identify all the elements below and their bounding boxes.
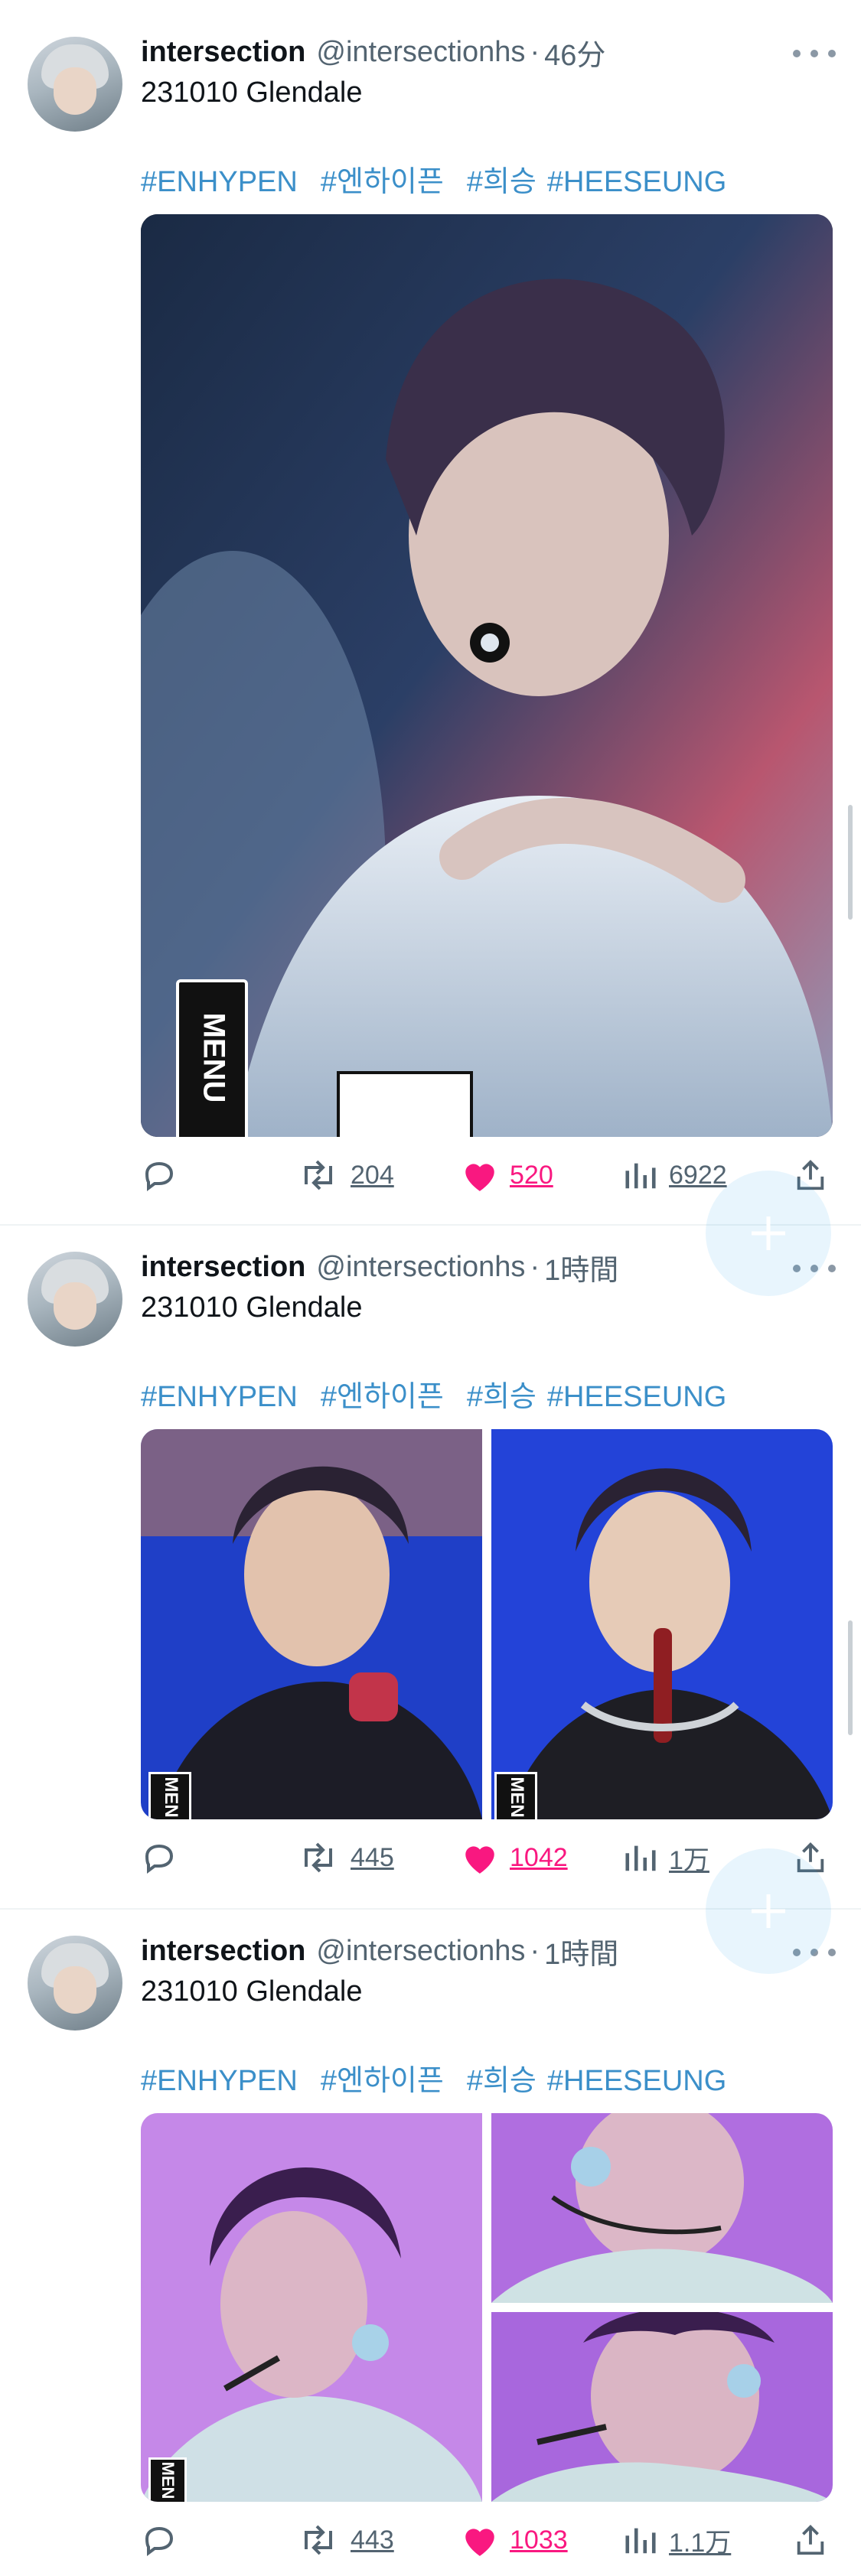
tweet[interactable]: intersection @intersectionhs · 1時間 23101…: [0, 1910, 861, 2576]
photo[interactable]: [491, 2113, 833, 2303]
heart-icon: [465, 1846, 494, 1874]
like-count[interactable]: 1042: [510, 1843, 568, 1873]
separator: ·: [530, 1934, 540, 1967]
view-count[interactable]: 1万: [669, 1839, 709, 1877]
display-name[interactable]: intersection: [141, 1935, 305, 1968]
avatar[interactable]: [28, 37, 122, 132]
retweet-button[interactable]: 443: [297, 2519, 394, 2561]
menu-overlay: MENU: [176, 979, 248, 1137]
user-handle[interactable]: @intersectionhs: [316, 1935, 525, 1968]
hashtag-link[interactable]: #엔하이픈: [321, 1381, 444, 1413]
reply-icon: [145, 2526, 174, 2556]
heart-icon: [465, 2529, 494, 2556]
display-name[interactable]: intersection: [141, 36, 305, 69]
scrollbar[interactable]: [848, 805, 853, 920]
compose-button[interactable]: [706, 1848, 831, 1974]
views-icon: [625, 1163, 656, 1189]
hashtag-link[interactable]: #희승: [467, 1381, 536, 1413]
display-name[interactable]: intersection: [141, 1251, 305, 1284]
avatar[interactable]: [28, 1252, 122, 1347]
retweet-count[interactable]: 443: [351, 2526, 394, 2555]
hashtag-link[interactable]: #ENHYPEN: [141, 166, 298, 198]
tweet-text: 231010 Glendale: [141, 1975, 363, 2008]
share-button[interactable]: [793, 2519, 828, 2561]
more-icon[interactable]: [793, 46, 836, 61]
hashtags: #ENHYPEN #엔하이픈 #희승 #HEESEUNG: [141, 1373, 749, 1415]
scrollbar[interactable]: [848, 1620, 853, 1735]
hashtag-link[interactable]: #희승: [467, 2065, 536, 2097]
retweet-icon: [305, 1160, 332, 1190]
timestamp[interactable]: 1時間: [544, 1246, 618, 1288]
views-button[interactable]: 6922: [623, 1154, 727, 1197]
menu-overlay-text: MEN: [507, 1776, 527, 1818]
tweet-text: 231010 Glendale: [141, 77, 363, 109]
menu-overlay-text: MENU: [197, 1012, 231, 1103]
photo[interactable]: MEN: [141, 2113, 482, 2502]
compose-plus-icon: [752, 1216, 785, 1250]
retweet-count[interactable]: 445: [351, 1843, 394, 1873]
hashtag-link[interactable]: #HEESEUNG: [547, 1381, 726, 1413]
timestamp[interactable]: 1時間: [544, 1930, 618, 1972]
like-count[interactable]: 520: [510, 1161, 553, 1190]
separator: ·: [530, 1250, 540, 1283]
reply-button[interactable]: [141, 1836, 178, 1879]
hashtag-link[interactable]: #엔하이픈: [321, 2065, 444, 2097]
hashtag-link[interactable]: #엔하이픈: [321, 166, 444, 198]
tweet-text: 231010 Glendale: [141, 1291, 363, 1324]
view-count[interactable]: 1.1万: [669, 2522, 731, 2559]
reply-button[interactable]: [141, 2519, 178, 2561]
tweet-header: intersection @intersectionhs · 1時間: [141, 1247, 618, 1287]
views-icon: [625, 2528, 656, 2554]
tweet[interactable]: intersection @intersectionhs · 1時間 23101…: [0, 1226, 861, 1908]
like-count[interactable]: 1033: [510, 2526, 568, 2555]
compose-button[interactable]: [706, 1171, 831, 1296]
compose-plus-icon: [752, 1894, 785, 1928]
timestamp[interactable]: 46分: [544, 31, 605, 73]
heart-icon: [465, 1164, 494, 1191]
hashtag-link[interactable]: #HEESEUNG: [547, 166, 726, 198]
menu-overlay: MEN: [494, 1772, 537, 1819]
hashtag-link[interactable]: #ENHYPEN: [141, 1381, 298, 1413]
hashtag-link[interactable]: #HEESEUNG: [547, 2065, 726, 2097]
hashtag-link[interactable]: #ENHYPEN: [141, 2065, 298, 2097]
tweet[interactable]: intersection @intersectionhs · 46分 23101…: [0, 0, 861, 1224]
avatar[interactable]: [28, 1936, 122, 2031]
views-icon: [625, 1845, 656, 1871]
action-bar: 443 1033 1.1万: [141, 2519, 833, 2561]
reply-icon: [145, 1844, 174, 1874]
menu-overlay: MEN: [148, 1772, 191, 1819]
hashtag-link[interactable]: #희승: [467, 166, 536, 198]
separator: ·: [530, 35, 540, 68]
hashtags: #ENHYPEN #엔하이픈 #희승 #HEESEUNG: [141, 2057, 749, 2099]
reply-button[interactable]: [141, 1154, 178, 1197]
tweet-header: intersection @intersectionhs · 1時間: [141, 1931, 618, 1971]
user-handle[interactable]: @intersectionhs: [316, 1251, 525, 1284]
tweet-media[interactable]: MEN: [141, 2113, 833, 2502]
tweet-media[interactable]: MEN MEN: [141, 1429, 833, 1819]
views-button[interactable]: 1.1万: [623, 2519, 731, 2561]
photo[interactable]: MENU: [141, 214, 833, 1137]
like-button[interactable]: 1042: [461, 1836, 568, 1879]
tweet-header: intersection @intersectionhs · 46分: [141, 32, 605, 72]
tweet-media[interactable]: MENU: [141, 214, 833, 1137]
photo[interactable]: [491, 2312, 833, 2502]
retweet-button[interactable]: 204: [297, 1154, 394, 1197]
menu-overlay-text: MEN: [158, 2461, 178, 2499]
view-count[interactable]: 6922: [669, 1161, 727, 1190]
photo[interactable]: MEN: [491, 1429, 833, 1819]
photo[interactable]: MEN: [141, 1429, 482, 1819]
menu-overlay-text: MEN: [161, 1776, 181, 1818]
like-button[interactable]: 520: [461, 1154, 553, 1197]
user-handle[interactable]: @intersectionhs: [316, 36, 525, 69]
menu-overlay: MEN: [148, 2457, 187, 2502]
retweet-icon: [305, 2525, 332, 2555]
reply-icon: [145, 1161, 174, 1191]
retweet-count[interactable]: 204: [351, 1161, 394, 1190]
share-icon: [797, 2525, 824, 2555]
like-button[interactable]: 1033: [461, 2519, 568, 2561]
retweet-icon: [305, 1842, 332, 1873]
hashtags: #ENHYPEN #엔하이픈 #희승 #HEESEUNG: [141, 158, 749, 200]
views-button[interactable]: 1万: [623, 1836, 709, 1879]
retweet-button[interactable]: 445: [297, 1836, 394, 1879]
